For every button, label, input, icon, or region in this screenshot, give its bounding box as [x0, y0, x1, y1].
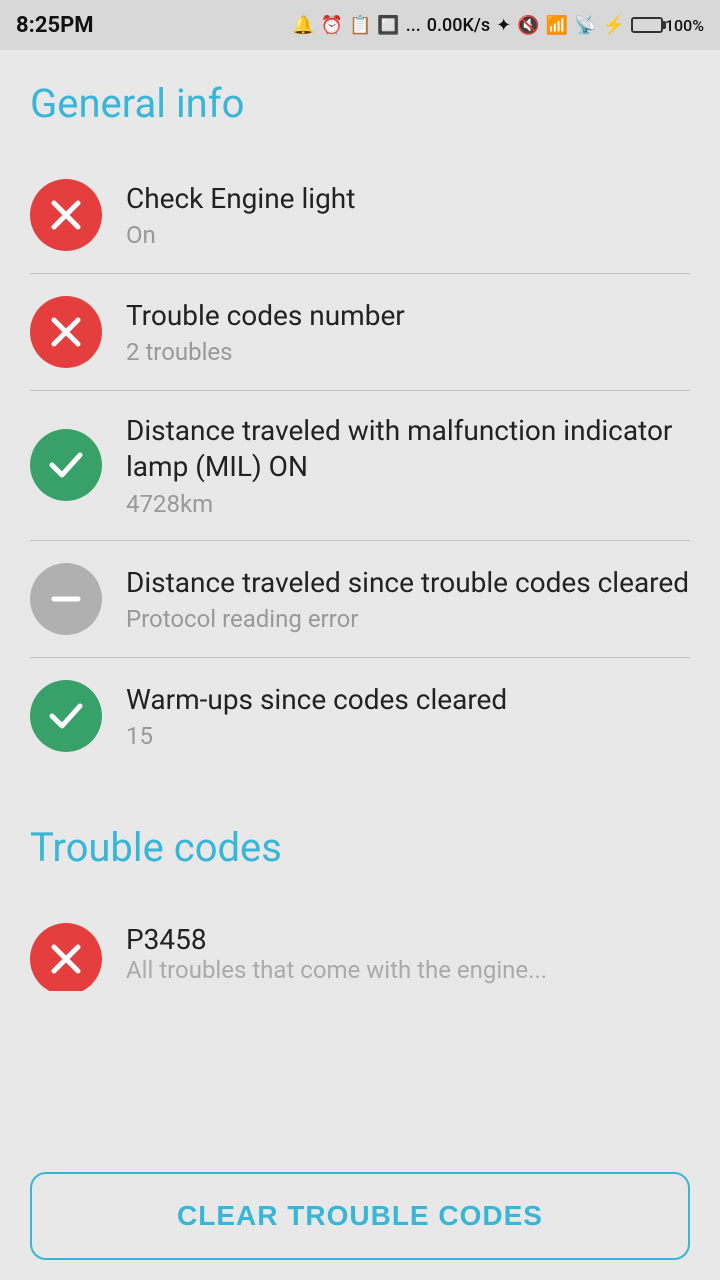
network-speed: 0.00K/s	[427, 15, 490, 36]
check-icon	[44, 443, 88, 487]
trouble-codes-title: Trouble codes	[30, 824, 690, 871]
notification-icon: 🔔	[292, 15, 314, 36]
status-icons: 🔔 ⏰ 📋 🔲 ... 0.00K/s ✦ 🔇 📶 📡 ⚡ 100%	[292, 15, 704, 36]
check-engine-text: Check Engine light On	[126, 181, 690, 249]
check-engine-icon-circle	[30, 179, 102, 251]
charging-icon: ⚡	[603, 15, 625, 36]
wifi-icon: 📶	[546, 15, 568, 36]
status-time: 8:25PM	[16, 13, 94, 38]
trouble-codes-section: Trouble codes P3458 All troubles that co…	[30, 824, 690, 991]
list-item-check-engine[interactable]: Check Engine light On	[30, 157, 690, 274]
list-item-warmups[interactable]: Warm-ups since codes cleared 15	[30, 658, 690, 774]
warmups-text: Warm-ups since codes cleared 15	[126, 682, 690, 750]
list-item-distance-cleared[interactable]: Distance traveled since trouble codes cl…	[30, 541, 690, 658]
p3458-icon-circle	[30, 923, 102, 991]
battery-percent: 100%	[665, 16, 704, 35]
bluetooth-icon: ✦	[496, 15, 511, 36]
p3458-title: P3458	[126, 923, 690, 956]
distance-mil-title: Distance traveled with malfunction indic…	[126, 413, 690, 486]
distance-mil-text: Distance traveled with malfunction indic…	[126, 413, 690, 518]
minus-icon	[44, 577, 88, 621]
extra-icon: 🔲	[377, 15, 399, 36]
warmups-icon-circle	[30, 680, 102, 752]
distance-mil-subtitle: 4728km	[126, 490, 690, 518]
distance-cleared-icon-circle	[30, 563, 102, 635]
list-item-trouble-codes-number[interactable]: Trouble codes number 2 troubles	[30, 274, 690, 391]
warmups-title: Warm-ups since codes cleared	[126, 682, 690, 718]
status-bar: 8:25PM 🔔 ⏰ 📋 🔲 ... 0.00K/s ✦ 🔇 📶 📡 ⚡ 100…	[0, 0, 720, 50]
x-icon	[44, 193, 88, 237]
distance-cleared-title: Distance traveled since trouble codes cl…	[126, 565, 690, 601]
general-info-section: General info Check Engine light On	[30, 80, 690, 774]
mute-icon: 🔇	[517, 15, 539, 36]
alarm-icon: ⏰	[321, 15, 343, 36]
list-item-distance-mil[interactable]: Distance traveled with malfunction indic…	[30, 391, 690, 541]
distance-cleared-subtitle: Protocol reading error	[126, 605, 690, 633]
check-engine-title: Check Engine light	[126, 181, 690, 217]
bottom-bar: CLEAR TROUBLE CODES	[0, 1156, 720, 1280]
trouble-codes-number-text: Trouble codes number 2 troubles	[126, 298, 690, 366]
trouble-codes-number-title: Trouble codes number	[126, 298, 690, 334]
battery-indicator: 100%	[631, 16, 704, 35]
signal-icon: 📡	[574, 15, 596, 36]
clear-trouble-codes-button[interactable]: CLEAR TROUBLE CODES	[30, 1172, 690, 1260]
x-icon-3	[44, 937, 88, 981]
general-info-title: General info	[30, 80, 690, 127]
x-icon-2	[44, 310, 88, 354]
main-content: General info Check Engine light On	[0, 50, 720, 1111]
check-engine-subtitle: On	[126, 221, 690, 249]
section-gap	[30, 774, 690, 814]
trouble-codes-number-subtitle: 2 troubles	[126, 338, 690, 366]
p3458-text: P3458 All troubles that come with the en…	[126, 923, 690, 984]
p3458-subtitle: All troubles that come with the engine..…	[126, 956, 626, 984]
trouble-codes-icon-circle	[30, 296, 102, 368]
list-item-p3458[interactable]: P3458 All troubles that come with the en…	[30, 901, 690, 991]
ellipsis: ...	[406, 15, 421, 36]
warmups-subtitle: 15	[126, 722, 690, 750]
sim-icon: 📋	[349, 15, 371, 36]
check-icon-2	[44, 694, 88, 738]
distance-cleared-text: Distance traveled since trouble codes cl…	[126, 565, 690, 633]
distance-mil-icon-circle	[30, 429, 102, 501]
